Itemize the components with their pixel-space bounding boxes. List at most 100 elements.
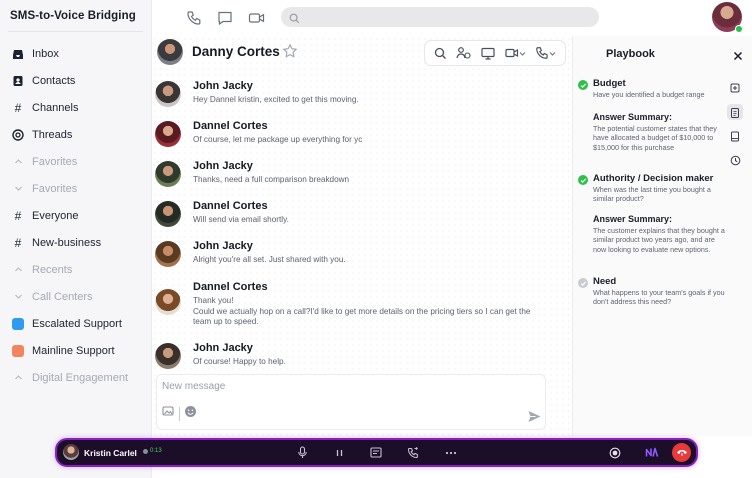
playbook-item-title: Budget	[593, 78, 626, 89]
phone-icon[interactable]	[185, 9, 203, 27]
hash-icon: #	[14, 235, 22, 250]
playbook-item-title: Need	[593, 276, 617, 287]
check-icon	[578, 175, 588, 185]
chevron-down-icon	[519, 51, 525, 56]
send-icon[interactable]	[527, 409, 542, 429]
inbox-icon	[11, 47, 25, 61]
star-icon[interactable]	[282, 43, 298, 64]
caller-name: Kristin Carlel	[84, 448, 137, 458]
sidebar-section-label: Digital Engagement	[32, 371, 129, 384]
sender-name: Dannel Cortes	[193, 200, 268, 212]
status-dot	[143, 448, 148, 454]
color-swatch-orange	[12, 344, 24, 357]
sidebar-section-call-centers[interactable]: Call Centers	[0, 283, 152, 310]
attachment-icon[interactable]	[162, 405, 175, 423]
active-call-bar: Kristin Carlel 0:13	[55, 438, 698, 467]
chat-header: Danny Cortes	[152, 36, 572, 70]
hash-icon: #	[14, 100, 22, 115]
sidebar-section-digital-engagement[interactable]: Digital Engagement	[0, 364, 152, 391]
sidebar-item-threads[interactable]: Threads	[0, 121, 152, 148]
record-icon[interactable]	[609, 445, 621, 460]
pause-icon[interactable]	[335, 445, 344, 460]
close-icon[interactable]	[733, 48, 743, 66]
search-input[interactable]	[281, 7, 599, 27]
sidebar-section-label: Favorites	[32, 182, 78, 195]
message-text: Will send via email shortly.	[193, 215, 289, 224]
chat-toolbar	[424, 40, 566, 66]
sidebar-item-label: New-business	[32, 236, 102, 249]
sender-avatar[interactable]	[155, 121, 181, 147]
answer-summary-title: Answer Summary:	[593, 214, 673, 224]
sidebar-item-escalated-support[interactable]: Escalated Support	[0, 310, 152, 337]
hang-up-button[interactable]	[672, 443, 691, 462]
message-text: Alright you're all set. Just shared with…	[193, 255, 346, 264]
sidebar-item-contacts[interactable]: Contacts	[0, 67, 152, 94]
contact-details-icon[interactable]	[456, 43, 471, 63]
playbook-item-question: What happens to your team's goals if you…	[593, 288, 725, 307]
sidebar-item-new-business[interactable]: # New-business	[0, 229, 152, 256]
color-swatch-blue	[12, 317, 24, 330]
playbook-item-question: Have you identified a budget range	[593, 90, 705, 99]
chevron-up-icon	[11, 371, 25, 385]
more-options-icon[interactable]	[445, 445, 457, 460]
sender-avatar[interactable]	[155, 343, 181, 369]
composer-actions	[162, 405, 197, 423]
emoji-icon[interactable]	[184, 405, 197, 423]
voice-call-dropdown[interactable]	[535, 43, 556, 63]
history-icon[interactable]	[727, 152, 743, 168]
sidebar-section-label: Recents	[32, 263, 73, 276]
message-composer[interactable]: New message	[156, 374, 546, 430]
message-text: Of course! Happy to help.	[193, 357, 286, 366]
playbook-side-tabs	[727, 80, 743, 168]
sender-avatar[interactable]	[155, 161, 181, 187]
sidebar-item-label: Mainline Support	[32, 344, 115, 357]
sidebar-section-recents[interactable]: Recents	[0, 256, 152, 283]
divider	[179, 407, 180, 421]
mute-icon[interactable]	[297, 445, 308, 460]
sidebar: SMS-to-Voice Bridging Inbox Contacts # Ch…	[0, 0, 152, 478]
clipboard-icon[interactable]	[727, 104, 743, 120]
transfer-call-icon[interactable]	[407, 445, 419, 460]
search-icon[interactable]	[434, 43, 447, 63]
divider	[8, 31, 143, 32]
screen-share-icon[interactable]	[481, 43, 495, 63]
message-text: Hey Dannel kristin, excited to get this …	[193, 95, 359, 104]
notes-icon[interactable]	[727, 128, 743, 144]
ai-assistant-icon[interactable]	[645, 445, 659, 460]
message-text: Thanks, need a full comparison breakdown	[193, 175, 350, 184]
sender-name: John Jacky	[193, 240, 253, 252]
message-text-line: Thank you!	[193, 296, 234, 305]
sidebar-item-channels[interactable]: # Channels	[0, 94, 152, 121]
notes-icon[interactable]	[370, 445, 382, 460]
sidebar-item-inbox[interactable]: Inbox	[0, 40, 152, 67]
app-title: SMS-to-Voice Bridging	[10, 10, 136, 22]
video-icon[interactable]	[247, 9, 265, 27]
sender-avatar[interactable]	[155, 201, 181, 227]
call-timer: 0:13	[143, 448, 162, 454]
message-text-line: Could we actually hop on a call?I'd like…	[193, 306, 531, 316]
square-icon	[11, 317, 25, 331]
call-duration: 0:13	[150, 448, 162, 454]
message-icon[interactable]	[216, 9, 234, 27]
playbook-panel: Playbook Budget Have you identified a bu…	[572, 36, 752, 436]
sidebar-item-label: Channels	[32, 101, 79, 114]
video-call-dropdown[interactable]	[504, 43, 526, 63]
sidebar-item-everyone[interactable]: # Everyone	[0, 202, 152, 229]
sender-avatar[interactable]	[155, 241, 181, 267]
playbook-title: Playbook	[606, 48, 655, 60]
message-text: Of course, let me package up everything …	[193, 135, 363, 144]
contacts-icon	[11, 74, 25, 88]
chevron-down-icon	[549, 51, 556, 56]
sender-avatar[interactable]	[155, 289, 181, 315]
sidebar-item-mainline-support[interactable]: Mainline Support	[0, 337, 152, 364]
contact-avatar[interactable]	[157, 39, 183, 65]
playbook-item-title: Authority / Decision maker	[593, 173, 714, 184]
online-status-dot	[735, 25, 743, 33]
sidebar-section-favorites-2[interactable]: Favorites	[0, 175, 152, 202]
top-bar	[152, 0, 752, 36]
sidebar-section-favorites[interactable]: Favorites	[0, 148, 152, 175]
add-item-icon[interactable]	[727, 80, 743, 96]
square-icon	[11, 344, 25, 358]
sidebar-section-label: Favorites	[32, 155, 78, 168]
sender-avatar[interactable]	[155, 81, 181, 107]
